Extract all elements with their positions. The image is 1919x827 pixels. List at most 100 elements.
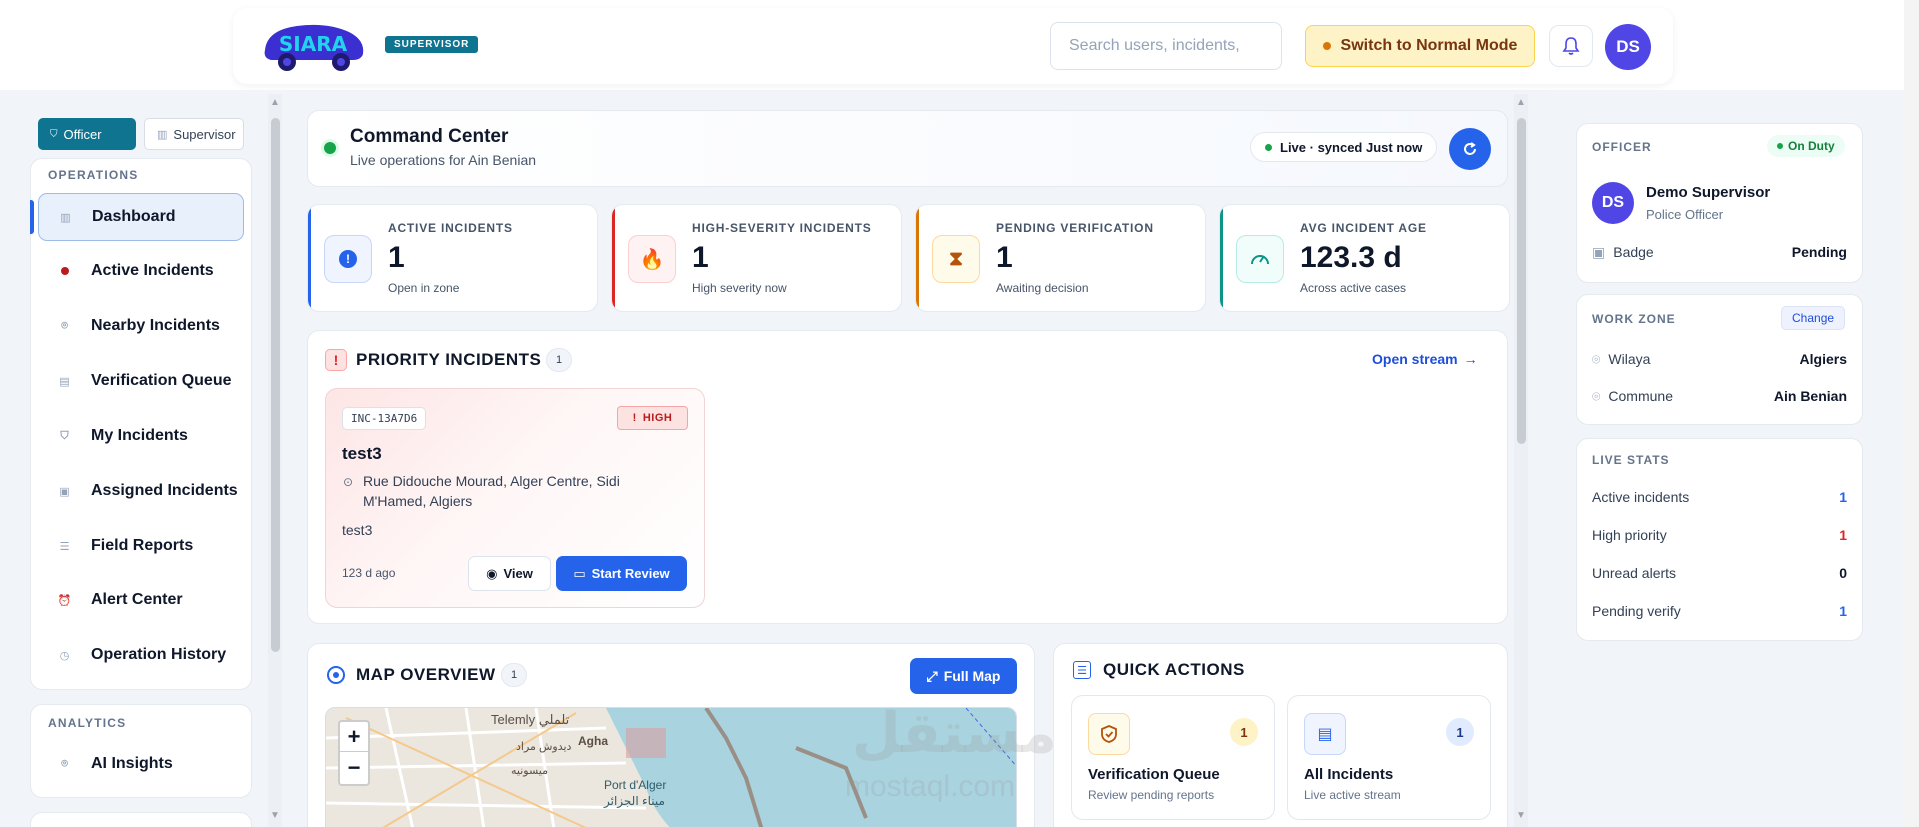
priority-alert-icon: ! [325, 349, 347, 371]
sidebar-item-active-incidents[interactable]: Active Incidents [38, 247, 244, 295]
list-icon: ☰ [59, 540, 70, 553]
scroll-down-icon[interactable]: ▼ [270, 810, 280, 821]
logo-text: SIARA [279, 32, 348, 56]
section-operations-heading: OPERATIONS [48, 168, 139, 182]
stat-value: 1 [692, 241, 709, 274]
sidebar-item-label: Field Reports [91, 537, 194, 554]
mode-supervisor-tab[interactable]: ▥ Supervisor [144, 118, 244, 150]
priority-incidents-title: PRIORITY INCIDENTS [356, 350, 542, 369]
flame-icon: 🔥 [628, 235, 676, 283]
bell-icon [1562, 37, 1580, 55]
start-review-button[interactable]: ▭ Start Review [556, 556, 687, 591]
officer-avatar: DS [1592, 182, 1634, 224]
change-zone-button[interactable]: Change [1781, 306, 1846, 330]
quick-action-desc: Live active stream [1304, 788, 1401, 802]
badge-icon: ▣ [1592, 244, 1606, 260]
stat-card-pending-verification[interactable]: ⧗ PENDING VERIFICATION 1 Awaiting decisi… [915, 204, 1206, 312]
pin-icon: ⌾ [1592, 388, 1601, 404]
stat-edge [1220, 205, 1223, 311]
page-scrollbar[interactable] [1904, 0, 1919, 827]
sidebar-item-ai-insights[interactable]: ⌾ AI Insights [38, 740, 244, 788]
quick-action-all-incidents[interactable]: ▤ 1 All Incidents Live active stream [1287, 695, 1491, 820]
zoom-in-button[interactable]: + [340, 722, 368, 752]
mode-officer-tab[interactable]: ⛉ Officer [38, 118, 136, 150]
live-stat-row: Active incidents 1 [1592, 489, 1847, 505]
watermark: مستقل [852, 701, 1057, 764]
shield-icon: ⛉ [60, 429, 69, 442]
sidebar-item-label: Operation History [91, 646, 227, 663]
wilaya-label: Wilaya [1608, 351, 1651, 367]
badge-row: ▣ Badge Pending [1592, 244, 1847, 261]
page-subtitle: Live operations for Ain Benian [350, 152, 537, 168]
search-input[interactable]: Search users, incidents, [1050, 22, 1282, 70]
sidebar-item-assigned-incidents[interactable]: ▣ Assigned Incidents [38, 467, 244, 515]
sidebar-item-operation-history[interactable]: ◷ Operation History [38, 631, 244, 679]
live-stat-label: Active incidents [1592, 489, 1690, 505]
clipboard-icon: ▤ [59, 375, 70, 388]
stat-desc: Across active cases [1300, 281, 1407, 295]
notifications-button[interactable] [1549, 25, 1593, 67]
commune-label: Commune [1608, 388, 1673, 404]
section-analytics-heading: ANALYTICS [48, 716, 127, 730]
sidebar-item-dashboard[interactable]: ▥ Dashboard [38, 193, 244, 241]
badge-value: Pending [1791, 244, 1847, 260]
sidebar-item-alert-center[interactable]: ⏰ Alert Center [38, 576, 244, 624]
stat-card-high-severity[interactable]: 🔥 HIGH-SEVERITY INCIDENTS 1 High severit… [611, 204, 902, 312]
sidebar-item-nearby-incidents[interactable]: ⌾ Nearby Incidents [38, 302, 244, 350]
pin-icon: ⌾ [61, 319, 68, 332]
nav-card-more [30, 812, 252, 827]
sidebar-item-field-reports[interactable]: ☰ Field Reports [38, 522, 244, 570]
sidebar-scroll-thumb[interactable] [271, 118, 280, 652]
sidebar-item-label: Alert Center [91, 591, 183, 608]
priority-count-badge: 1 [546, 348, 572, 372]
map-label-telemly: Telemly تلملي [491, 712, 570, 727]
main-scroll-up-icon[interactable]: ▲ [1516, 97, 1526, 108]
dot-icon [56, 263, 73, 280]
mode-officer-label: Officer [63, 126, 102, 142]
wilaya-value: Algiers [1799, 351, 1847, 367]
user-avatar[interactable]: DS [1605, 24, 1651, 70]
sidebar-item-my-incidents[interactable]: ⛉ My Incidents [38, 412, 244, 460]
zoom-out-button[interactable]: − [340, 753, 368, 783]
sidebar-item-label: Active Incidents [91, 262, 214, 279]
sidebar-item-label: Nearby Incidents [91, 317, 220, 334]
stat-card-avg-age[interactable]: AVG INCIDENT AGE 123.3 d Across active c… [1219, 204, 1510, 312]
switch-mode-button[interactable]: Switch to Normal Mode [1305, 25, 1535, 67]
live-stat-label: High priority [1592, 527, 1667, 543]
badge-icon: ▣ [59, 485, 70, 498]
map-overview-title: MAP OVERVIEW [356, 665, 496, 684]
main-scroll-thumb[interactable] [1517, 118, 1526, 444]
stat-card-active-incidents[interactable]: ! ACTIVE INCIDENTS 1 Open in zone [307, 204, 598, 312]
refresh-button[interactable] [1449, 128, 1491, 170]
live-status-badge: Live · synced Just now [1250, 132, 1438, 162]
count-badge: 1 [1446, 718, 1474, 746]
live-stat-value: 0 [1839, 565, 1847, 581]
wilaya-row: ⌾ Wilaya Algiers [1592, 351, 1847, 368]
sidebar-item-verification-queue[interactable]: ▤ Verification Queue [38, 357, 244, 405]
live-dot-icon [324, 142, 336, 154]
status-dot-icon [1265, 143, 1272, 151]
map-label-port-ar: ميناء الجزائر [604, 794, 665, 808]
stat-desc: High severity now [692, 281, 787, 295]
view-button[interactable]: ◉ View [468, 556, 551, 591]
open-stream-link[interactable]: Open stream → [1372, 351, 1478, 367]
gauge-icon [1236, 235, 1284, 283]
page-title: Command Center [350, 126, 509, 147]
stat-desc: Open in zone [388, 281, 460, 295]
map-label-agha: Agha [578, 734, 608, 748]
incident-address-line1: Rue Didouche Mourad, Alger Centre, Sidi [363, 473, 620, 489]
folder-icon: ▭ [573, 565, 586, 581]
open-stream-label: Open stream [1372, 351, 1458, 367]
sidebar-item-label: Assigned Incidents [91, 482, 238, 499]
full-map-button[interactable]: ⤢ Full Map [910, 658, 1017, 694]
live-stat-row: Pending verify 1 [1592, 603, 1847, 619]
commune-row: ⌾ Commune Ain Benian [1592, 388, 1847, 405]
main-scroll-down-icon[interactable]: ▼ [1516, 810, 1526, 821]
stat-edge [612, 205, 615, 311]
work-zone-label: WORK ZONE [1592, 312, 1676, 326]
app-logo[interactable]: SIARA [257, 18, 369, 78]
quick-action-verification-queue[interactable]: 1 Verification Queue Review pending repo… [1071, 695, 1275, 820]
live-stat-row: High priority 1 [1592, 527, 1847, 543]
scroll-up-icon[interactable]: ▲ [270, 97, 280, 108]
stat-edge [916, 205, 919, 311]
